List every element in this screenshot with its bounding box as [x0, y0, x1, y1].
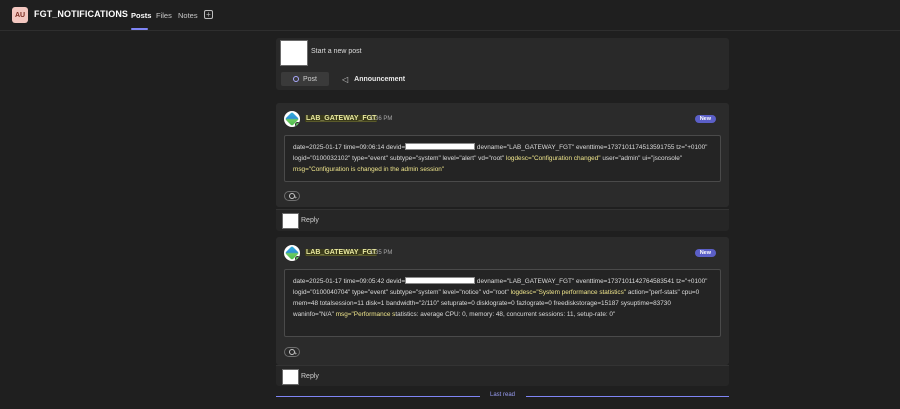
reply-bar[interactable]: Reply — [276, 365, 729, 386]
log-text: date=2025-01-17 time=09:05:42 devid= — [293, 278, 406, 285]
bot-avatar[interactable] — [284, 111, 300, 127]
log-text: tatistics: average CPU: 0, memory: 48, c… — [395, 311, 616, 318]
message-card: LAB_GATEWAY_FGT 1:35 PM New date=2025-01… — [276, 237, 729, 365]
start-new-post-input[interactable]: Start a new post — [311, 48, 362, 55]
team-avatar[interactable]: AU — [12, 7, 28, 23]
highlighted-text: logdesc="System performance statistics" — [510, 289, 627, 296]
tab-notes[interactable]: Notes — [178, 11, 198, 20]
post-label: Post — [302, 75, 317, 83]
active-tab-indicator — [131, 28, 148, 30]
add-reaction-button[interactable]: + — [284, 347, 300, 357]
reply-button[interactable]: Reply — [301, 373, 319, 380]
highlighted-text: msg="Performance s — [335, 311, 396, 318]
bot-avatar[interactable] — [284, 245, 300, 261]
log-text: user="admin" ui="jsconsole" — [600, 155, 683, 162]
emoji-add-icon: + — [289, 349, 297, 357]
add-tab-button[interactable]: + — [204, 10, 213, 19]
highlighted-text: logdesc="Configuration changed" — [505, 155, 601, 162]
circle-icon — [292, 76, 299, 82]
sender-name[interactable]: LAB_GATEWAY_FGT — [305, 249, 378, 256]
user-avatar — [282, 369, 299, 385]
presence-dot — [295, 122, 300, 127]
post-button[interactable]: Post — [281, 72, 329, 86]
user-avatar — [280, 40, 308, 66]
message-time: 1:35 PM — [370, 250, 393, 256]
tab-files[interactable]: Files — [156, 11, 172, 20]
message-body: date=2025-01-17 time=09:06:14 devid= dev… — [284, 135, 721, 182]
last-read-divider — [276, 396, 480, 397]
tab-posts[interactable]: Posts — [131, 11, 151, 20]
reply-bar[interactable]: Reply — [276, 209, 729, 231]
channel-title: FGT_NOTIFICATIONS — [34, 9, 129, 19]
new-badge: New — [694, 249, 716, 257]
presence-dot — [295, 256, 300, 261]
new-post-composer: Start a new post Post ◁ Announcement — [276, 38, 729, 90]
user-avatar — [282, 213, 299, 229]
add-reaction-button[interactable]: + — [284, 191, 300, 201]
redacted-field — [405, 143, 476, 150]
channel-header: AU FGT_NOTIFICATIONS Posts Files Notes + — [0, 0, 900, 31]
message-time: 1:36 PM — [370, 116, 393, 122]
announcement-button[interactable]: ◁ Announcement — [342, 75, 405, 84]
sender-name[interactable]: LAB_GATEWAY_FGT — [305, 115, 378, 122]
reply-button[interactable]: Reply — [301, 217, 319, 224]
announcement-label: Announcement — [354, 76, 406, 83]
emoji-add-icon: + — [289, 193, 297, 201]
megaphone-icon: ◁ — [342, 75, 349, 84]
last-read-divider — [526, 396, 729, 397]
last-read-label: Last read — [490, 392, 516, 398]
message-body: date=2025-01-17 time=09:05:42 devid= dev… — [284, 269, 721, 337]
highlighted-text: msg="Configuration is changed in the adm… — [293, 166, 445, 173]
redacted-field — [405, 277, 476, 284]
new-badge: New — [694, 115, 716, 123]
log-text: date=2025-01-17 time=09:06:14 devid= — [293, 144, 406, 151]
message-card: LAB_GATEWAY_FGT 1:36 PM New date=2025-01… — [276, 103, 729, 207]
